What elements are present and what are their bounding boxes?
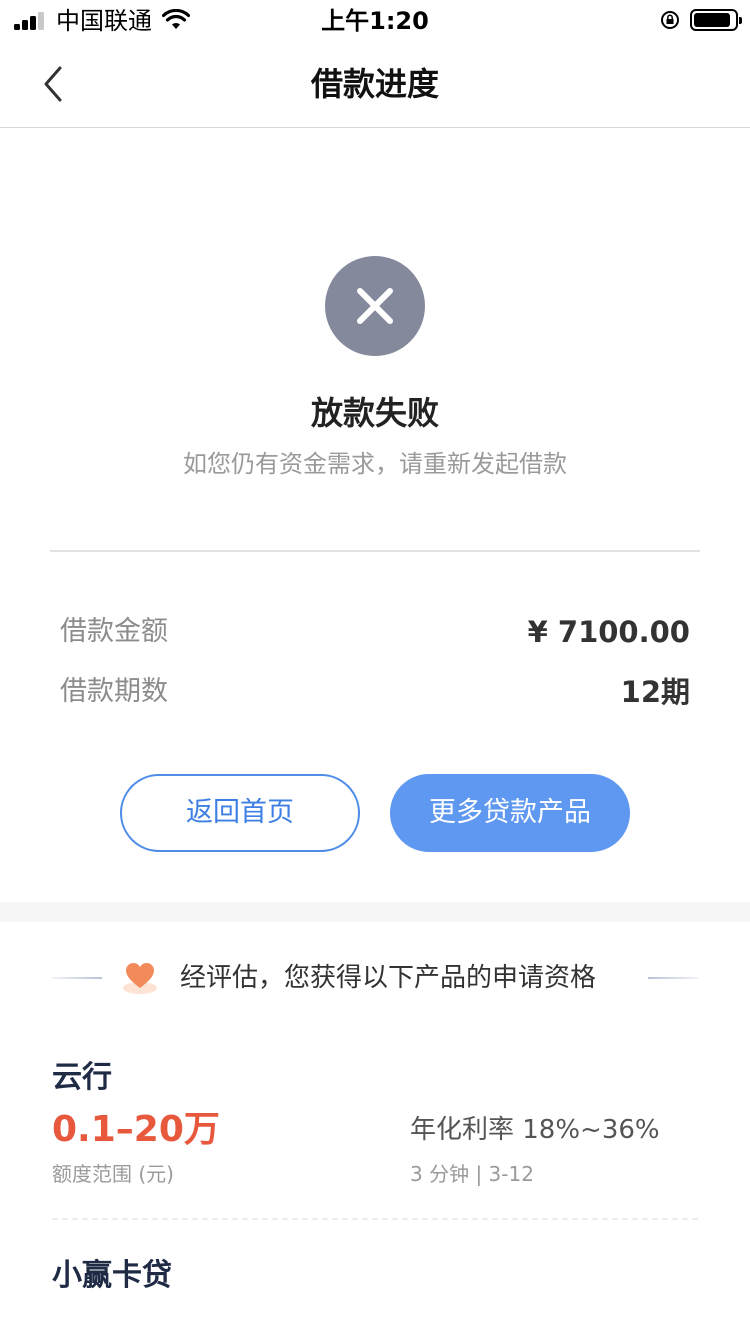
orientation-lock-icon — [661, 11, 679, 29]
product-annual-rate: 年化利率 18%~36% — [410, 1115, 660, 1145]
result-title: 放款失败 — [310, 394, 439, 432]
product-credit-range-label: 额度范围 (元) — [52, 1162, 174, 1186]
decorative-line-left — [52, 977, 102, 979]
heart-icon — [123, 963, 157, 994]
section-separator — [0, 902, 750, 922]
loan-period-row: 借款期数 12期 — [60, 670, 690, 714]
loan-amount-label: 借款金额 — [60, 616, 168, 647]
return-home-button[interactable]: 返回首页 — [120, 774, 360, 852]
dashed-divider — [52, 1218, 698, 1220]
battery-icon — [690, 9, 742, 31]
qualification-text: 经评估，您获得以下产品的申请资格 — [180, 963, 597, 993]
nav-bar: 借款进度 — [0, 40, 750, 128]
product-meta: 3 分钟 | 3-12 — [410, 1162, 534, 1186]
result-subtitle: 如您仍有资金需求，请重新发起借款 — [183, 450, 567, 478]
loan-period-value: 12期 — [620, 675, 690, 709]
close-circle-icon — [325, 256, 425, 356]
decorative-line-right — [648, 977, 698, 979]
page-title: 借款进度 — [310, 65, 439, 103]
product-name[interactable]: 小赢卡贷 — [48, 1256, 190, 1296]
status-time: 上午1:20 — [321, 7, 429, 35]
loan-period-label: 借款期数 — [60, 676, 168, 707]
loan-amount-row: 借款金额 ¥ 7100.00 — [60, 610, 690, 654]
status-bar: 中国联通 上午1:20 — [0, 0, 750, 40]
loan-amount-value: ¥ 7100.00 — [527, 615, 690, 649]
more-loan-products-button[interactable]: 更多贷款产品 — [390, 774, 630, 852]
divider — [50, 550, 700, 552]
product-name[interactable]: 云行 — [48, 1058, 124, 1098]
product-credit-range: 0.1–20万 — [52, 1109, 220, 1150]
